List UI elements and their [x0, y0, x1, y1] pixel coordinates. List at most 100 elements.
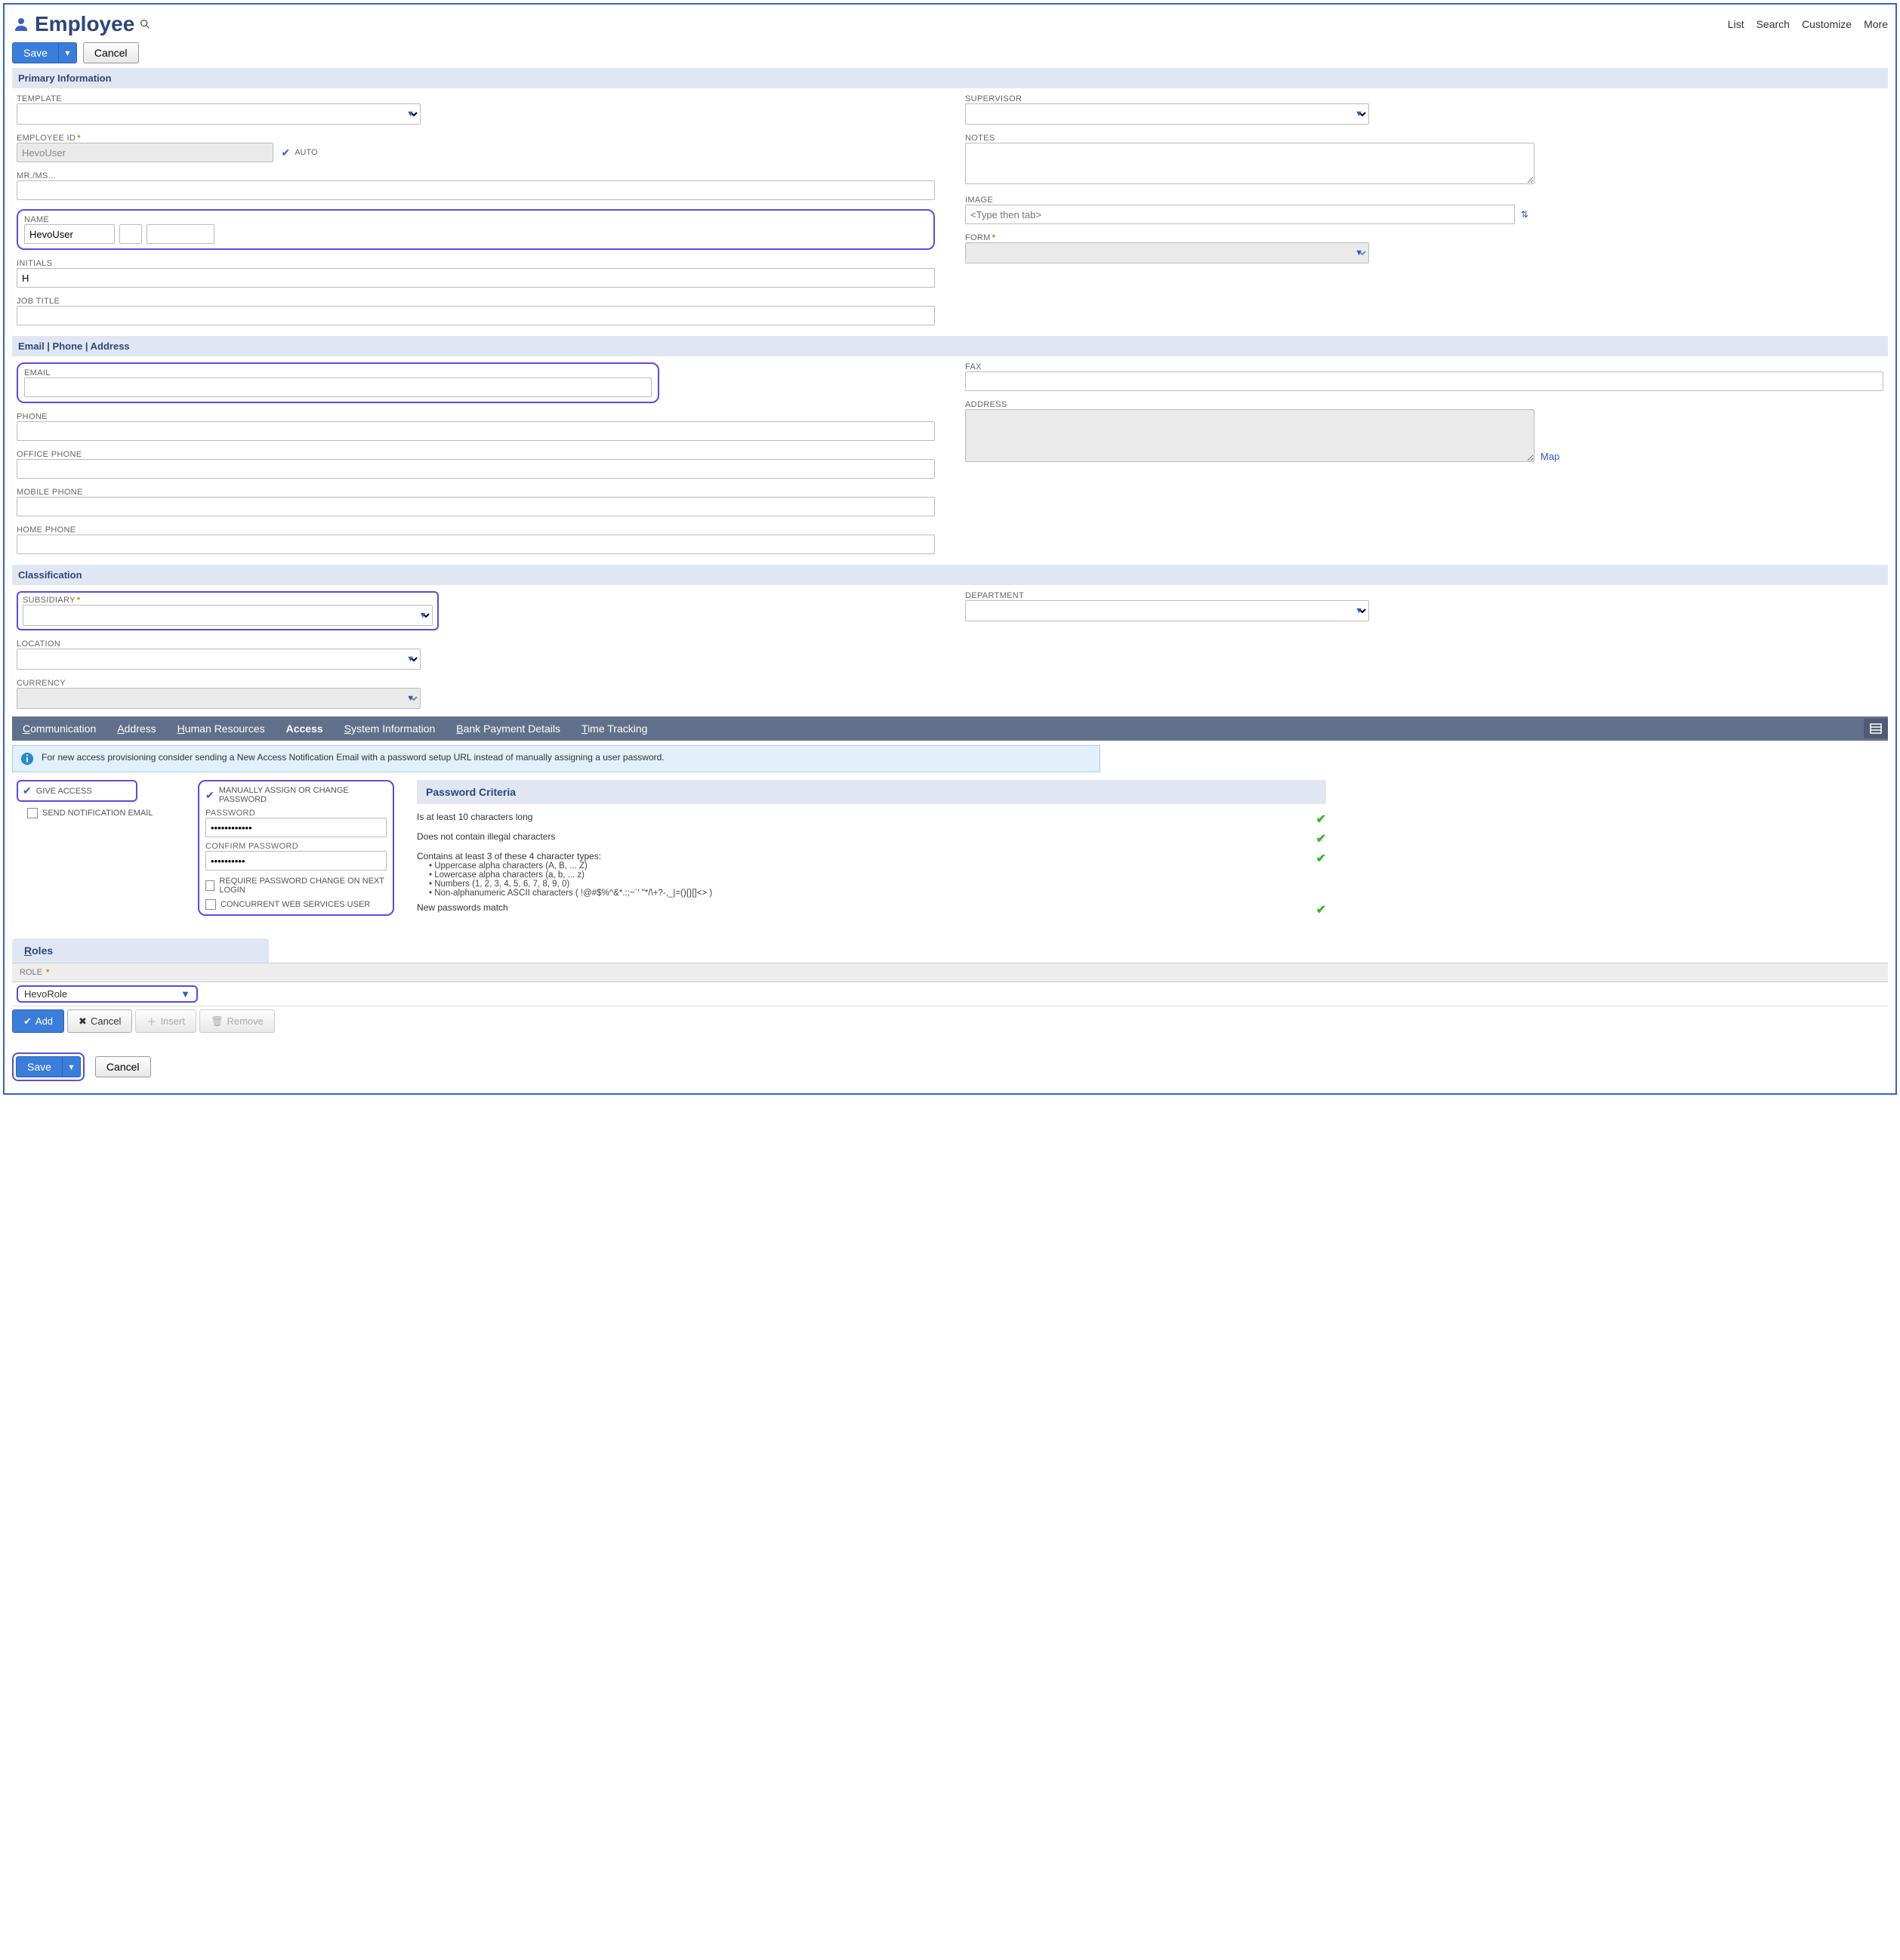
location-select[interactable]: [17, 649, 421, 670]
field-salutation: MR./MS...: [17, 171, 935, 200]
link-list[interactable]: List: [1728, 18, 1744, 30]
home-phone-input[interactable]: [17, 535, 935, 554]
tab-communication[interactable]: Communication: [12, 717, 106, 741]
notes-textarea[interactable]: [965, 143, 1534, 184]
field-template: TEMPLATE ▼: [17, 94, 935, 125]
roles-column-header: ROLE *: [12, 963, 1888, 982]
label-address: ADDRESS: [965, 400, 1883, 409]
search-icon[interactable]: [139, 18, 151, 30]
password-criteria: Password Criteria Is at least 10 charact…: [417, 780, 1883, 917]
role-cancel-button[interactable]: ✖Cancel: [67, 1009, 132, 1033]
page-title: Employee: [35, 12, 134, 36]
link-more[interactable]: More: [1864, 18, 1888, 30]
field-currency: CURRENCY ▼: [17, 679, 935, 709]
name-last-input[interactable]: [147, 224, 214, 244]
fax-input[interactable]: [965, 371, 1883, 391]
confirm-password-input[interactable]: [205, 851, 387, 871]
field-fax: FAX: [965, 362, 1883, 391]
image-input[interactable]: [965, 205, 1515, 224]
section-primary-header: Primary Information: [12, 68, 1888, 88]
label-office-phone: OFFICE PHONE: [17, 450, 935, 459]
phone-input[interactable]: [17, 421, 935, 441]
role-value: HevoRole: [24, 988, 67, 1000]
checkbox-send-notification[interactable]: [27, 808, 38, 818]
mobile-phone-input[interactable]: [17, 497, 935, 516]
highlight-subsidiary-box: SUBSIDIARY* ▼: [17, 591, 439, 630]
cancel-button-bottom[interactable]: Cancel: [95, 1056, 151, 1077]
roles-tab[interactable]: Roles: [12, 938, 269, 963]
action-bar-top: Save ▾ Cancel: [12, 42, 1888, 63]
checkbox-concurrent[interactable]: [205, 899, 216, 910]
criteria-title: Password Criteria: [417, 780, 1326, 804]
salutation-input[interactable]: [17, 180, 935, 200]
save-button[interactable]: Save: [12, 42, 59, 63]
action-bar-bottom: Save ▾ Cancel: [12, 1052, 1888, 1081]
label-fax: FAX: [965, 362, 1883, 371]
crit-3a: • Uppercase alpha characters (A, B, ... …: [429, 861, 1301, 871]
page-header: Employee List Search Customize More: [12, 9, 1888, 42]
label-initials: INITIALS: [17, 259, 935, 268]
save-menu-caret-bottom[interactable]: ▾: [63, 1056, 81, 1077]
highlight-save-bottom: Save ▾: [12, 1052, 85, 1081]
jobtitle-input[interactable]: [17, 306, 935, 325]
label-form: FORM: [965, 233, 991, 242]
crit-3b: • Lowercase alpha characters (a, b, ... …: [429, 871, 1301, 880]
label-email: EMAIL: [24, 368, 652, 378]
tab-bank[interactable]: Bank Payment Details: [446, 717, 571, 741]
crit-1: Is at least 10 characters long: [417, 812, 1301, 822]
check-icon: ✔: [1316, 851, 1326, 866]
insert-button: ＋Insert: [135, 1009, 196, 1033]
subsidiary-select[interactable]: [23, 605, 433, 626]
field-location: LOCATION ▼: [17, 639, 935, 670]
role-select[interactable]: HevoRole ▼: [17, 985, 198, 1003]
password-input[interactable]: [205, 818, 387, 837]
label-mobile-phone: MOBILE PHONE: [17, 488, 935, 497]
section-contact-header: Email | Phone | Address: [12, 336, 1888, 356]
supervisor-select[interactable]: [965, 103, 1369, 125]
office-phone-input[interactable]: [17, 459, 935, 479]
check-icon: ✔: [1316, 831, 1326, 846]
name-first-input[interactable]: [24, 224, 115, 244]
tab-hr[interactable]: Human Resources: [167, 717, 276, 741]
label-concurrent: CONCURRENT WEB SERVICES USER: [221, 900, 370, 909]
field-phone: PHONE: [17, 412, 935, 441]
initials-input[interactable]: [17, 268, 935, 288]
tab-time[interactable]: Time Tracking: [571, 717, 658, 741]
field-department: DEPARTMENT ▼: [965, 591, 1883, 621]
remove-button: 🗑Remove: [199, 1009, 275, 1033]
info-banner: For new access provisioning consider sen…: [12, 745, 1100, 772]
tab-address[interactable]: Address: [106, 717, 166, 741]
field-notes: NOTES: [965, 134, 1883, 186]
check-icon: ✔: [1316, 812, 1326, 827]
form-select[interactable]: [965, 242, 1369, 263]
save-button-bottom[interactable]: Save: [16, 1056, 63, 1077]
cancel-button[interactable]: Cancel: [83, 42, 139, 63]
expand-icon[interactable]: [1864, 719, 1888, 738]
field-form: FORM* ▼: [965, 233, 1883, 263]
link-customize[interactable]: Customize: [1802, 18, 1852, 30]
tab-access[interactable]: Access: [276, 717, 334, 741]
checkbox-require-change[interactable]: [205, 880, 214, 891]
currency-select[interactable]: [17, 688, 421, 709]
email-input[interactable]: [24, 378, 652, 397]
map-link[interactable]: Map: [1541, 451, 1559, 462]
address-textarea[interactable]: [965, 409, 1534, 462]
label-image: IMAGE: [965, 196, 1883, 205]
highlight-password-box: ✔ MANUALLY ASSIGN OR CHANGE PASSWORD PAS…: [198, 780, 394, 916]
template-select[interactable]: [17, 103, 421, 125]
label-currency: CURRENCY: [17, 679, 935, 688]
checkmark-icon: ✔: [23, 784, 32, 797]
field-home-phone: HOME PHONE: [17, 525, 935, 554]
save-menu-caret[interactable]: ▾: [59, 42, 77, 63]
department-select[interactable]: [965, 600, 1369, 621]
tab-system[interactable]: System Information: [334, 717, 446, 741]
crit-3d: • Non-alphanumeric ASCII characters ( !@…: [429, 889, 1301, 898]
crit-3c: • Numbers (1, 2, 3, 4, 5, 6, 7, 8, 9, 0): [429, 880, 1301, 889]
link-search[interactable]: Search: [1757, 18, 1790, 30]
name-middle-input[interactable]: [119, 224, 142, 244]
employee-id-input: [17, 143, 273, 162]
add-button[interactable]: ✔Add: [12, 1009, 64, 1033]
roles-section: Roles ROLE * HevoRole ▼ ✔Add ✖Cancel ＋In…: [12, 938, 1888, 1033]
label-department: DEPARTMENT: [965, 591, 1883, 600]
double-chevron-icon[interactable]: ⇅: [1515, 209, 1534, 220]
